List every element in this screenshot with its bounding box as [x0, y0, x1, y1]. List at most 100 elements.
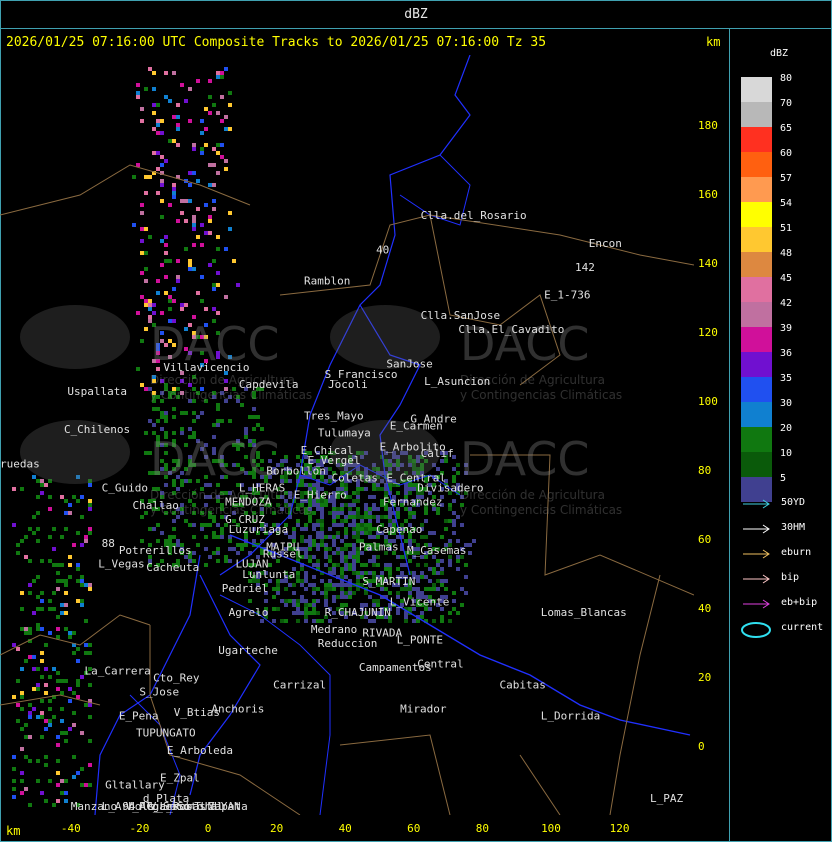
echo-cell — [72, 631, 76, 635]
echo-cell — [228, 539, 232, 543]
place-label: Manzano — [71, 800, 117, 813]
echo-cell — [336, 583, 340, 587]
echo-cell — [212, 103, 216, 107]
echo-cell — [212, 199, 216, 203]
echo-cell — [192, 147, 196, 151]
echo-cell — [56, 687, 60, 691]
echo-cell — [164, 259, 168, 263]
echo-cell — [320, 511, 324, 515]
echo-cell — [28, 527, 32, 531]
dacc-logo-icon — [20, 305, 130, 369]
echo-cell — [56, 783, 60, 787]
echo-cell — [292, 531, 296, 535]
echo-cell — [448, 503, 452, 507]
echo-cell — [88, 703, 92, 707]
echo-cell — [316, 611, 320, 615]
legend-value: 51 — [780, 223, 793, 234]
echo-cell — [448, 619, 452, 623]
echo-cell — [320, 519, 324, 523]
echo-cell — [452, 607, 456, 611]
echo-cell — [304, 555, 308, 559]
echo-cell — [308, 559, 312, 563]
echo-cell — [140, 539, 144, 543]
echo-cell — [372, 555, 376, 559]
echo-cell — [388, 567, 392, 571]
echo-cell — [40, 599, 44, 603]
echo-cell — [172, 535, 176, 539]
radar-map[interactable]: DACCDirección de Agriculturay Contingenc… — [0, 55, 694, 815]
echo-cell — [468, 543, 472, 547]
echo-cell — [72, 651, 76, 655]
echo-cell — [12, 487, 16, 491]
echo-cell — [412, 619, 416, 623]
echo-cell — [312, 563, 316, 567]
echo-cell — [56, 579, 60, 583]
echo-cell — [216, 547, 220, 551]
echo-cell — [448, 559, 452, 563]
echo-cell — [212, 147, 216, 151]
echo-cell — [212, 423, 216, 427]
echo-cell — [136, 367, 140, 371]
place-label: Cto_Rey — [153, 671, 200, 684]
echo-cell — [76, 599, 80, 603]
echo-cell — [428, 531, 432, 535]
echo-cell — [308, 547, 312, 551]
echo-cell — [352, 567, 356, 571]
echo-cell — [20, 727, 24, 731]
echo-cell — [440, 615, 444, 619]
echo-cell — [336, 523, 340, 527]
echo-cell — [20, 691, 24, 695]
echo-cell — [396, 555, 400, 559]
legend-swatch — [741, 377, 772, 402]
echo-cell — [388, 511, 392, 515]
echo-cell — [56, 615, 60, 619]
echo-cell — [320, 527, 324, 531]
echo-cell — [300, 579, 304, 583]
echo-cell — [64, 591, 68, 595]
echo-cell — [36, 683, 40, 687]
echo-cell — [260, 427, 264, 431]
echo-cell — [352, 559, 356, 563]
echo-cell — [156, 103, 160, 107]
echo-cell — [452, 467, 456, 471]
echo-cell — [16, 543, 20, 547]
echo-cell — [188, 259, 192, 263]
place-label: L_Vegas — [98, 558, 144, 571]
legend-track-label: 30HM — [781, 522, 806, 533]
place-label: 88 — [102, 537, 115, 550]
echo-cell — [336, 515, 340, 519]
echo-cell — [332, 595, 336, 599]
km-unit-bottom: km — [6, 824, 21, 838]
echo-cell — [444, 527, 448, 531]
echo-cell — [208, 523, 212, 527]
echo-cell — [344, 555, 348, 559]
echo-cell — [136, 83, 140, 87]
echo-cell — [72, 543, 76, 547]
echo-cell — [60, 579, 64, 583]
echo-cell — [452, 519, 456, 523]
echo-cell — [48, 779, 52, 783]
place-label: Tulumaya — [318, 427, 371, 440]
echo-cell — [80, 603, 84, 607]
echo-cell — [148, 67, 152, 71]
watermark-line2: y Contingencias Climáticas — [460, 503, 622, 517]
echo-cell — [276, 587, 280, 591]
echo-cell — [300, 583, 304, 587]
echo-cell — [192, 227, 196, 231]
echo-cell — [464, 591, 468, 595]
legend-value: 45 — [780, 273, 793, 284]
echo-cell — [340, 539, 344, 543]
echo-cell — [48, 507, 52, 511]
legend-value: 36 — [780, 348, 793, 359]
echo-cell — [144, 303, 148, 307]
legend-swatch — [741, 427, 772, 452]
echo-cell — [144, 299, 148, 303]
echo-cell — [20, 607, 24, 611]
echo-cell — [324, 583, 328, 587]
dacc-watermark: DACCDirección de Agriculturay Contingenc… — [330, 420, 622, 517]
echo-cell — [148, 527, 152, 531]
echo-cell — [348, 503, 352, 507]
echo-cell — [344, 563, 348, 567]
echo-cell — [208, 219, 212, 223]
echo-cell — [340, 591, 344, 595]
